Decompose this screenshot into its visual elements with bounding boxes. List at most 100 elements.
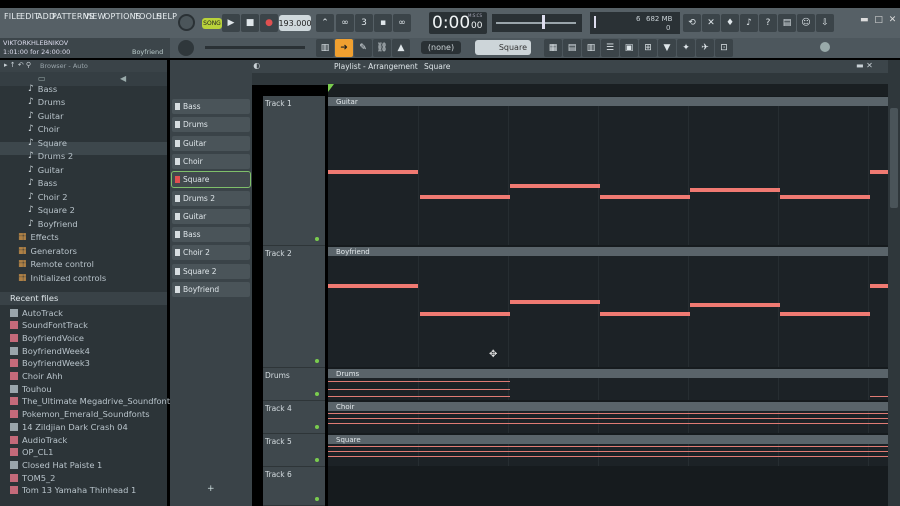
track-mute-led[interactable] [315, 425, 319, 429]
vertical-scrollbar[interactable] [888, 60, 900, 506]
menu-view[interactable]: VIEW [84, 12, 106, 21]
note-block[interactable] [780, 195, 870, 199]
browser-item[interactable]: ▦ Initialized controls [18, 271, 106, 284]
clip-header[interactable]: Guitar [328, 97, 888, 106]
brush-icon[interactable]: ✎ [354, 39, 372, 57]
mixer-icon[interactable]: ▦ [544, 39, 562, 57]
cart-icon[interactable]: ⊡ [715, 39, 733, 57]
audio-icon[interactable]: ♪ [740, 14, 758, 32]
track-mute-led[interactable] [315, 392, 319, 396]
square-note[interactable] [328, 451, 888, 452]
recent-file-item[interactable]: Choir Ahh [10, 370, 63, 383]
note-block[interactable] [690, 303, 780, 307]
clip-body[interactable] [328, 106, 888, 245]
piano-roll-icon[interactable]: ▤ [563, 39, 581, 57]
pitch-knob[interactable] [178, 40, 194, 56]
browser-item[interactable]: ♪ Bass [28, 82, 57, 95]
menu-help[interactable]: HELP [156, 12, 177, 21]
browser-item[interactable]: ▦ Generators [18, 244, 77, 257]
choir-note[interactable] [328, 418, 888, 419]
pattern-item[interactable]: Bass [172, 99, 250, 114]
note-block[interactable] [510, 300, 600, 304]
note-block[interactable] [328, 170, 418, 174]
plugin-db-icon[interactable]: ▼ [658, 39, 676, 57]
browser-item[interactable]: ♪ Drums [28, 96, 65, 109]
track-header[interactable]: Track 6 [263, 467, 325, 506]
download-icon[interactable]: ⇩ [816, 14, 834, 32]
playhead-marker[interactable] [328, 84, 334, 92]
recent-file-item[interactable]: BoyfriendWeek3 [10, 357, 90, 370]
browser-nav-icons[interactable]: ▸ ↑ ↶ ⚲ [4, 61, 31, 69]
track-mute-led[interactable] [315, 237, 319, 241]
recent-file-item[interactable]: TOM5_2 [10, 471, 55, 484]
browser-item[interactable]: ♪ Square 2 [28, 204, 75, 217]
choir-note[interactable] [328, 423, 888, 424]
recent-files-header[interactable]: Recent files [0, 292, 167, 305]
restore-icon[interactable]: □ [874, 15, 883, 25]
pattern-item[interactable]: Square [171, 171, 251, 189]
pattern-item[interactable]: Drums 2 [172, 190, 250, 206]
mic-icon[interactable]: ♦ [721, 14, 739, 32]
clip-header[interactable]: Drums [328, 369, 888, 378]
note-block[interactable] [600, 312, 690, 316]
drum-note[interactable] [328, 389, 510, 390]
browser-item[interactable]: ♪ Bass [28, 177, 57, 190]
countdown-icon[interactable]: 3 [355, 14, 373, 32]
browser-item[interactable]: ♪ Square [28, 136, 67, 149]
add-pattern-icon[interactable]: + [207, 484, 215, 494]
note-block[interactable] [420, 195, 510, 199]
minimize-icon[interactable]: ▬ [860, 15, 869, 25]
snap-arrow-icon[interactable]: ➜ [335, 39, 353, 57]
square-note[interactable] [328, 446, 888, 447]
note-block[interactable] [780, 312, 870, 316]
track-mute-led[interactable] [315, 359, 319, 363]
stamp-icon[interactable]: ▲ [392, 39, 410, 57]
undo-history-icon[interactable]: ⟲ [683, 14, 701, 32]
track-header[interactable]: Track 4 [263, 401, 325, 434]
browser-item[interactable]: ▦ Remote control [18, 258, 94, 271]
recent-file-item[interactable]: 14 Zildjian Dark Crash 04 [10, 420, 128, 433]
track-header[interactable]: Track 5 [263, 434, 325, 467]
master-volume-knob[interactable] [178, 14, 195, 31]
recent-file-item[interactable]: AudioTrack [10, 433, 67, 446]
track-header[interactable]: Track 1 [263, 96, 325, 246]
track-header[interactable]: Track 2 [263, 246, 325, 368]
track-mute-led[interactable] [315, 458, 319, 462]
song-mode-toggle[interactable]: SONG [202, 18, 222, 29]
drum-note[interactable] [328, 381, 510, 382]
recent-file-item[interactable]: AutoTrack [10, 306, 63, 319]
close-icon[interactable]: ✕ [889, 15, 897, 25]
drum-note[interactable] [328, 396, 510, 397]
drum-note[interactable] [870, 396, 888, 397]
browser-item[interactable]: ♪ Guitar [28, 163, 64, 176]
browser-item[interactable]: ♪ Guitar [28, 109, 64, 122]
browser-icon[interactable]: ▣ [620, 39, 638, 57]
record-icon[interactable]: ● [260, 14, 278, 32]
link-icon[interactable]: ⛓ [373, 39, 391, 57]
browser-item[interactable]: ▦ Effects [18, 231, 59, 244]
snap-select[interactable]: (none) [421, 41, 461, 54]
tempo-tapper-icon[interactable]: ✦ [677, 39, 695, 57]
help-icon[interactable]: ? [759, 14, 777, 32]
note-block[interactable] [420, 312, 510, 316]
tempo-display[interactable]: 193.000 [278, 15, 312, 31]
recent-file-item[interactable]: The_Ultimate Megadrive_Soundfont [10, 395, 170, 408]
clip-header[interactable]: Boyfriend [328, 247, 888, 256]
recent-file-item[interactable]: Touhou [10, 382, 52, 395]
clip-body[interactable] [328, 411, 888, 433]
wait-input-icon[interactable]: ∞ [336, 14, 354, 32]
note-block[interactable] [510, 184, 600, 188]
track-header[interactable]: Drums [263, 368, 325, 401]
pattern-item[interactable]: Drums [172, 117, 250, 133]
keyboard-icon[interactable]: ▥ [316, 39, 334, 57]
note-block[interactable] [870, 170, 888, 174]
pattern-item[interactable]: Guitar [172, 208, 250, 224]
pattern-item[interactable]: Square 2 [172, 263, 250, 279]
browser-item[interactable]: ♪ Choir 2 [28, 190, 68, 203]
metronome-icon[interactable]: ⌃ [316, 14, 334, 32]
pattern-item[interactable]: Choir 2 [172, 245, 250, 261]
step-edit-icon[interactable]: ▪ [374, 14, 392, 32]
browser-item[interactable]: ♪ Boyfriend [28, 217, 78, 230]
note-block[interactable] [600, 195, 690, 199]
cut-icon[interactable]: ✕ [702, 14, 720, 32]
